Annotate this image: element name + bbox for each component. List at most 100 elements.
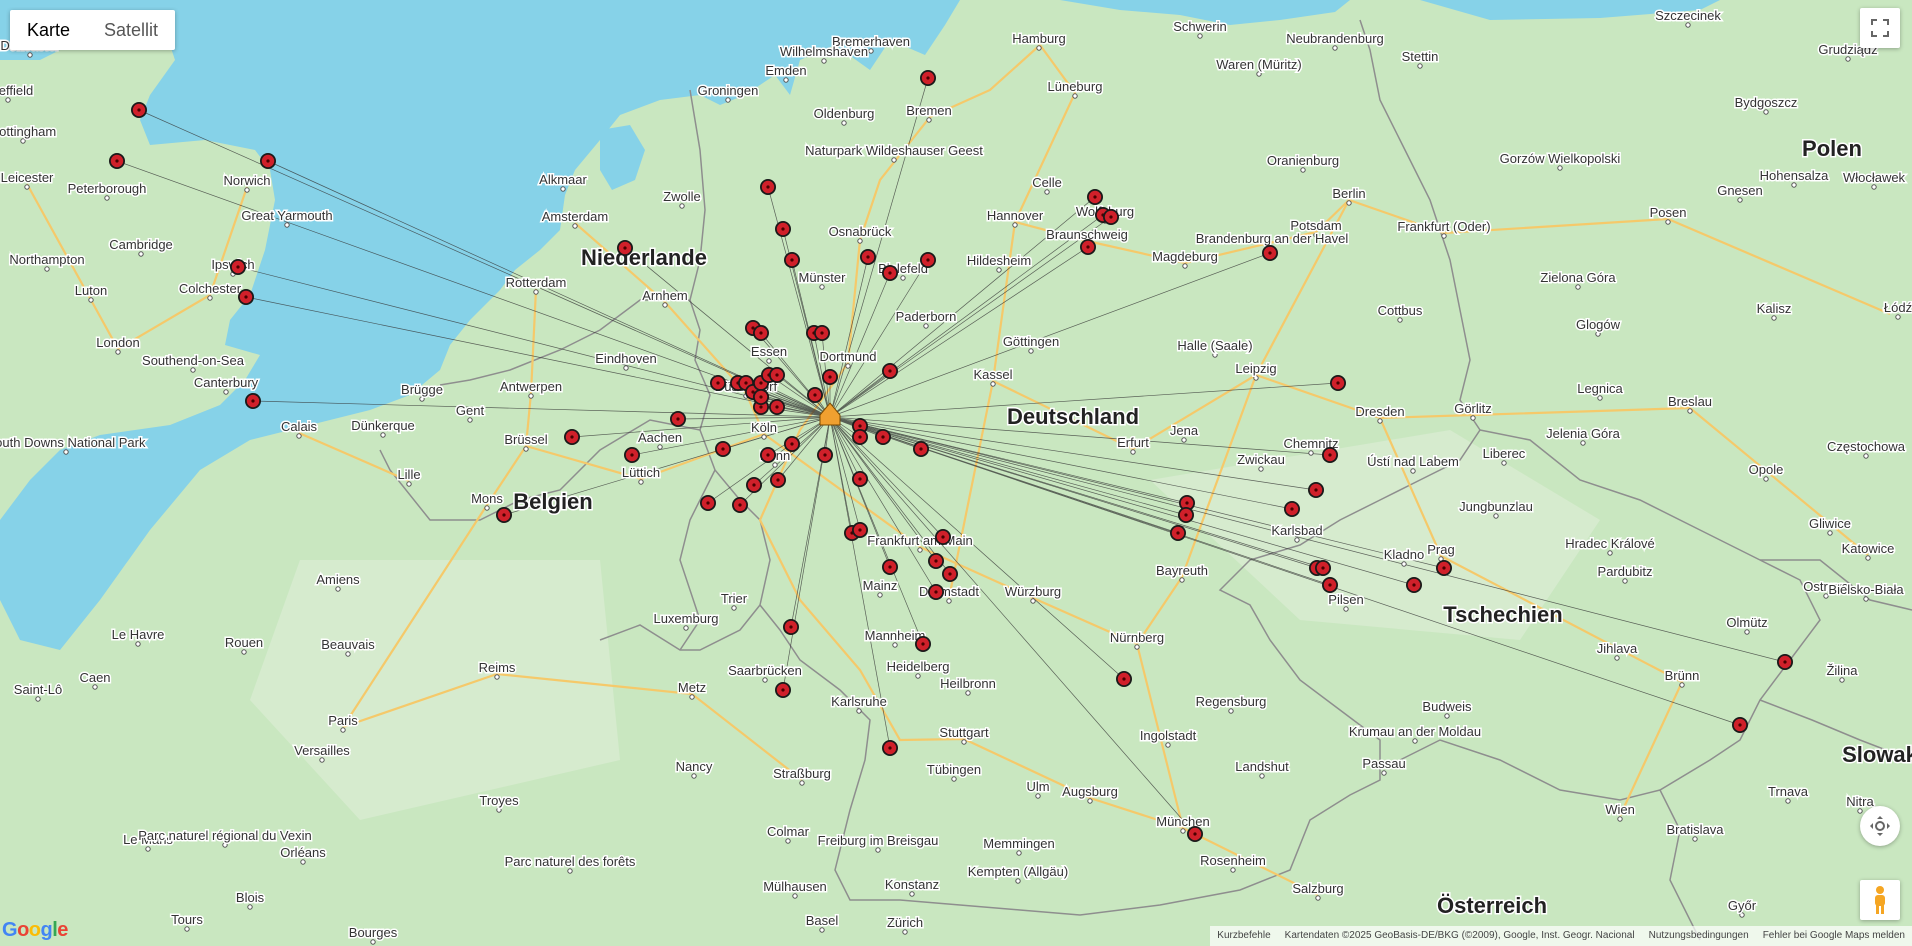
city-label[interactable]: Passau <box>1361 755 1407 773</box>
red-pin-icon[interactable] <box>769 399 785 415</box>
city-label[interactable]: Arnhem <box>641 287 690 305</box>
country-label[interactable]: Belgien <box>512 488 594 516</box>
red-pin-icon[interactable] <box>882 265 898 281</box>
city-label[interactable]: Lüttich <box>620 464 661 482</box>
city-label[interactable]: London <box>95 334 141 352</box>
red-pin-icon[interactable] <box>753 389 769 405</box>
terms-link[interactable]: Nutzungsbedingungen <box>1641 926 1756 946</box>
city-label[interactable]: Colchester <box>177 280 243 298</box>
city-label[interactable]: Alkmaar <box>538 171 589 189</box>
city-label[interactable]: Saarbrücken <box>727 662 804 680</box>
city-label[interactable]: Wilhelmshaven <box>778 43 869 61</box>
red-pin-icon[interactable] <box>624 447 640 463</box>
red-pin-icon[interactable] <box>746 477 762 493</box>
city-label[interactable]: Brandenburg an der Havel <box>1194 230 1350 248</box>
city-label[interactable]: Waren (Müritz) <box>1215 56 1303 74</box>
city-label[interactable]: Brünn <box>1663 667 1701 685</box>
city-label[interactable]: Hannover <box>985 207 1045 225</box>
city-label[interactable]: Konstanz <box>883 876 940 894</box>
city-label[interactable]: Hamburg <box>1011 30 1067 48</box>
city-label[interactable]: Gnesen <box>1716 182 1765 200</box>
city-label[interactable]: Rotterdam <box>504 274 568 292</box>
red-pin-icon[interactable] <box>882 363 898 379</box>
map-type-satellite-button[interactable]: Satellit <box>87 10 175 50</box>
red-pin-icon[interactable] <box>1406 577 1422 593</box>
red-pin-icon[interactable] <box>1187 826 1203 842</box>
city-label[interactable]: Heilbronn <box>939 675 998 693</box>
city-label[interactable]: Leipzig <box>1234 360 1278 378</box>
red-pin-icon[interactable] <box>882 740 898 756</box>
city-label[interactable]: Troyes <box>478 792 521 810</box>
red-pin-icon[interactable] <box>1116 671 1132 687</box>
city-label[interactable]: Karlsbad <box>1270 522 1324 540</box>
city-label[interactable]: Aachen <box>636 429 683 447</box>
city-label[interactable]: München <box>1155 813 1211 831</box>
red-pin-icon[interactable] <box>784 252 800 268</box>
red-pin-icon[interactable] <box>700 495 716 511</box>
city-label[interactable]: Stuttgart <box>938 724 991 742</box>
fullscreen-button[interactable] <box>1860 8 1900 48</box>
city-label[interactable]: Amiens <box>315 571 362 589</box>
city-label[interactable]: Kladno <box>1382 546 1425 564</box>
red-pin-icon[interactable] <box>564 429 580 445</box>
city-label[interactable]: Salzburg <box>1291 880 1345 898</box>
red-pin-icon[interactable] <box>784 436 800 452</box>
red-pin-icon[interactable] <box>852 471 868 487</box>
red-pin-icon[interactable] <box>1315 560 1331 576</box>
city-label[interactable]: Beauvais <box>320 636 377 654</box>
red-pin-icon[interactable] <box>1262 245 1278 261</box>
city-label[interactable]: Celle <box>1031 174 1064 192</box>
city-label[interactable]: Basel <box>804 912 840 930</box>
city-label[interactable]: Augsburg <box>1061 783 1120 801</box>
city-label[interactable]: Great Yarmouth <box>240 207 334 225</box>
city-label[interactable]: Mainz <box>861 577 899 595</box>
city-label[interactable]: Frankfurt (Oder) <box>1396 218 1492 236</box>
red-pin-icon[interactable] <box>807 387 823 403</box>
city-label[interactable]: Erfurt <box>1116 434 1151 452</box>
red-pin-icon[interactable] <box>915 636 931 652</box>
red-pin-icon[interactable] <box>230 259 246 275</box>
city-label[interactable]: Halle (Saale) <box>1176 337 1254 355</box>
city-label[interactable]: Canterbury <box>192 374 260 392</box>
city-label[interactable]: Ulm <box>1025 778 1051 796</box>
city-label[interactable]: Mons <box>470 490 505 508</box>
red-pin-icon[interactable] <box>860 249 876 265</box>
city-label[interactable]: Jena <box>1168 422 1200 440</box>
city-label[interactable]: Wien <box>1604 801 1637 819</box>
city-label[interactable]: Landshut <box>1234 758 1291 776</box>
city-label[interactable]: Dresden <box>1354 403 1406 421</box>
country-label[interactable]: Österreich <box>1435 892 1548 920</box>
city-label[interactable]: Liberec <box>1481 445 1527 463</box>
red-pin-icon[interactable] <box>852 522 868 538</box>
city-label[interactable]: Berlin <box>1331 185 1367 203</box>
red-pin-icon[interactable] <box>1284 501 1300 517</box>
city-label[interactable]: Tours <box>170 911 205 929</box>
city-label[interactable]: South Downs National Park <box>0 434 147 452</box>
city-label[interactable]: Würzburg <box>1003 583 1062 601</box>
city-label[interactable]: Brügge <box>400 381 445 399</box>
city-label[interactable]: Blois <box>234 889 266 907</box>
map-type-map-button[interactable]: Karte <box>10 10 87 50</box>
city-label[interactable]: Nancy <box>674 758 714 776</box>
city-label[interactable]: Dortmund <box>818 348 878 366</box>
red-pin-icon[interactable] <box>775 221 791 237</box>
city-label[interactable]: Freiburg im Breisgau <box>816 832 940 850</box>
city-label[interactable]: Tübingen <box>925 761 982 779</box>
city-label[interactable]: Orléans <box>279 844 328 862</box>
city-label[interactable]: Eindhoven <box>594 350 658 368</box>
city-label[interactable]: Oranienburg <box>1265 152 1340 170</box>
city-label[interactable]: Ingolstadt <box>1138 727 1198 745</box>
country-label[interactable]: Niederlande <box>580 244 709 272</box>
city-label[interactable]: Žilina <box>1825 662 1860 680</box>
city-label[interactable]: Zürich <box>885 914 924 932</box>
city-label[interactable]: Bourges <box>347 924 399 942</box>
city-label[interactable]: Gent <box>454 402 486 420</box>
city-label[interactable]: Krumau an der Moldau <box>1347 723 1482 741</box>
city-label[interactable]: Magdeburg <box>1151 248 1220 266</box>
city-label[interactable]: Łódź <box>1882 299 1912 317</box>
red-pin-icon[interactable] <box>1178 507 1194 523</box>
red-pin-icon[interactable] <box>260 153 276 169</box>
city-label[interactable]: Győr <box>1726 897 1758 915</box>
city-label[interactable]: Versailles <box>293 742 352 760</box>
red-pin-icon[interactable] <box>245 393 261 409</box>
